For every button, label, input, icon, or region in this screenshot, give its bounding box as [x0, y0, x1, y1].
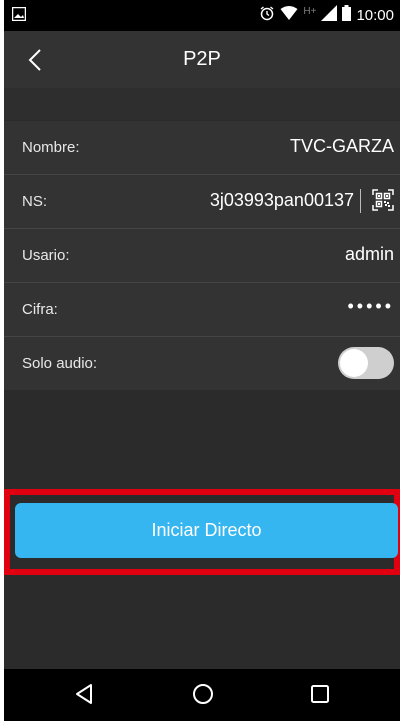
- alarm-icon: [259, 5, 275, 26]
- home-circle-icon[interactable]: [190, 681, 216, 707]
- status-bar: H+ 10:00: [4, 0, 400, 31]
- audio-only-row: Solo audio:: [4, 337, 400, 390]
- status-icons: H+ 10:00: [259, 4, 394, 26]
- signal-icon: [321, 4, 338, 26]
- start-live-button[interactable]: Iniciar Directo: [15, 503, 398, 558]
- text-cursor: [360, 189, 361, 213]
- battery-icon: [342, 4, 352, 26]
- user-row[interactable]: Usario: admin: [4, 229, 400, 283]
- ns-label: NS:: [22, 193, 48, 210]
- user-label: Usario:: [22, 247, 70, 264]
- network-type-label: H+: [303, 5, 317, 17]
- ns-field[interactable]: 3j03993pan00137: [210, 190, 354, 211]
- back-triangle-icon[interactable]: [71, 681, 97, 707]
- name-label: Nombre:: [22, 139, 80, 156]
- p2p-form: Nombre: TVC-GARZA NS: 3j03993pan00137 Us…: [4, 121, 400, 390]
- phone-screen: H+ 10:00 P2P Nombre: TVC-GARZA NS: 3j039…: [4, 0, 400, 721]
- wifi-icon: [280, 5, 298, 26]
- ns-row[interactable]: NS: 3j03993pan00137: [4, 175, 400, 229]
- password-row[interactable]: Cifra: •••••: [4, 283, 400, 337]
- name-row[interactable]: Nombre: TVC-GARZA: [4, 121, 400, 175]
- qr-code-icon[interactable]: [372, 189, 394, 211]
- audio-only-label: Solo audio:: [22, 355, 98, 372]
- page-title: P2P: [183, 48, 221, 70]
- status-time: 10:00: [356, 6, 394, 24]
- audio-only-toggle[interactable]: [338, 347, 394, 379]
- recents-square-icon[interactable]: [307, 681, 333, 707]
- image-icon: [11, 6, 27, 22]
- navigation-bar: [4, 669, 400, 721]
- app-header: P2P: [4, 31, 400, 88]
- name-field[interactable]: TVC-GARZA: [290, 136, 394, 157]
- section-spacer: [4, 88, 400, 120]
- password-field[interactable]: •••••: [347, 296, 394, 317]
- password-label: Cifra:: [22, 301, 58, 318]
- toggle-knob: [340, 349, 368, 377]
- user-field[interactable]: admin: [345, 244, 394, 265]
